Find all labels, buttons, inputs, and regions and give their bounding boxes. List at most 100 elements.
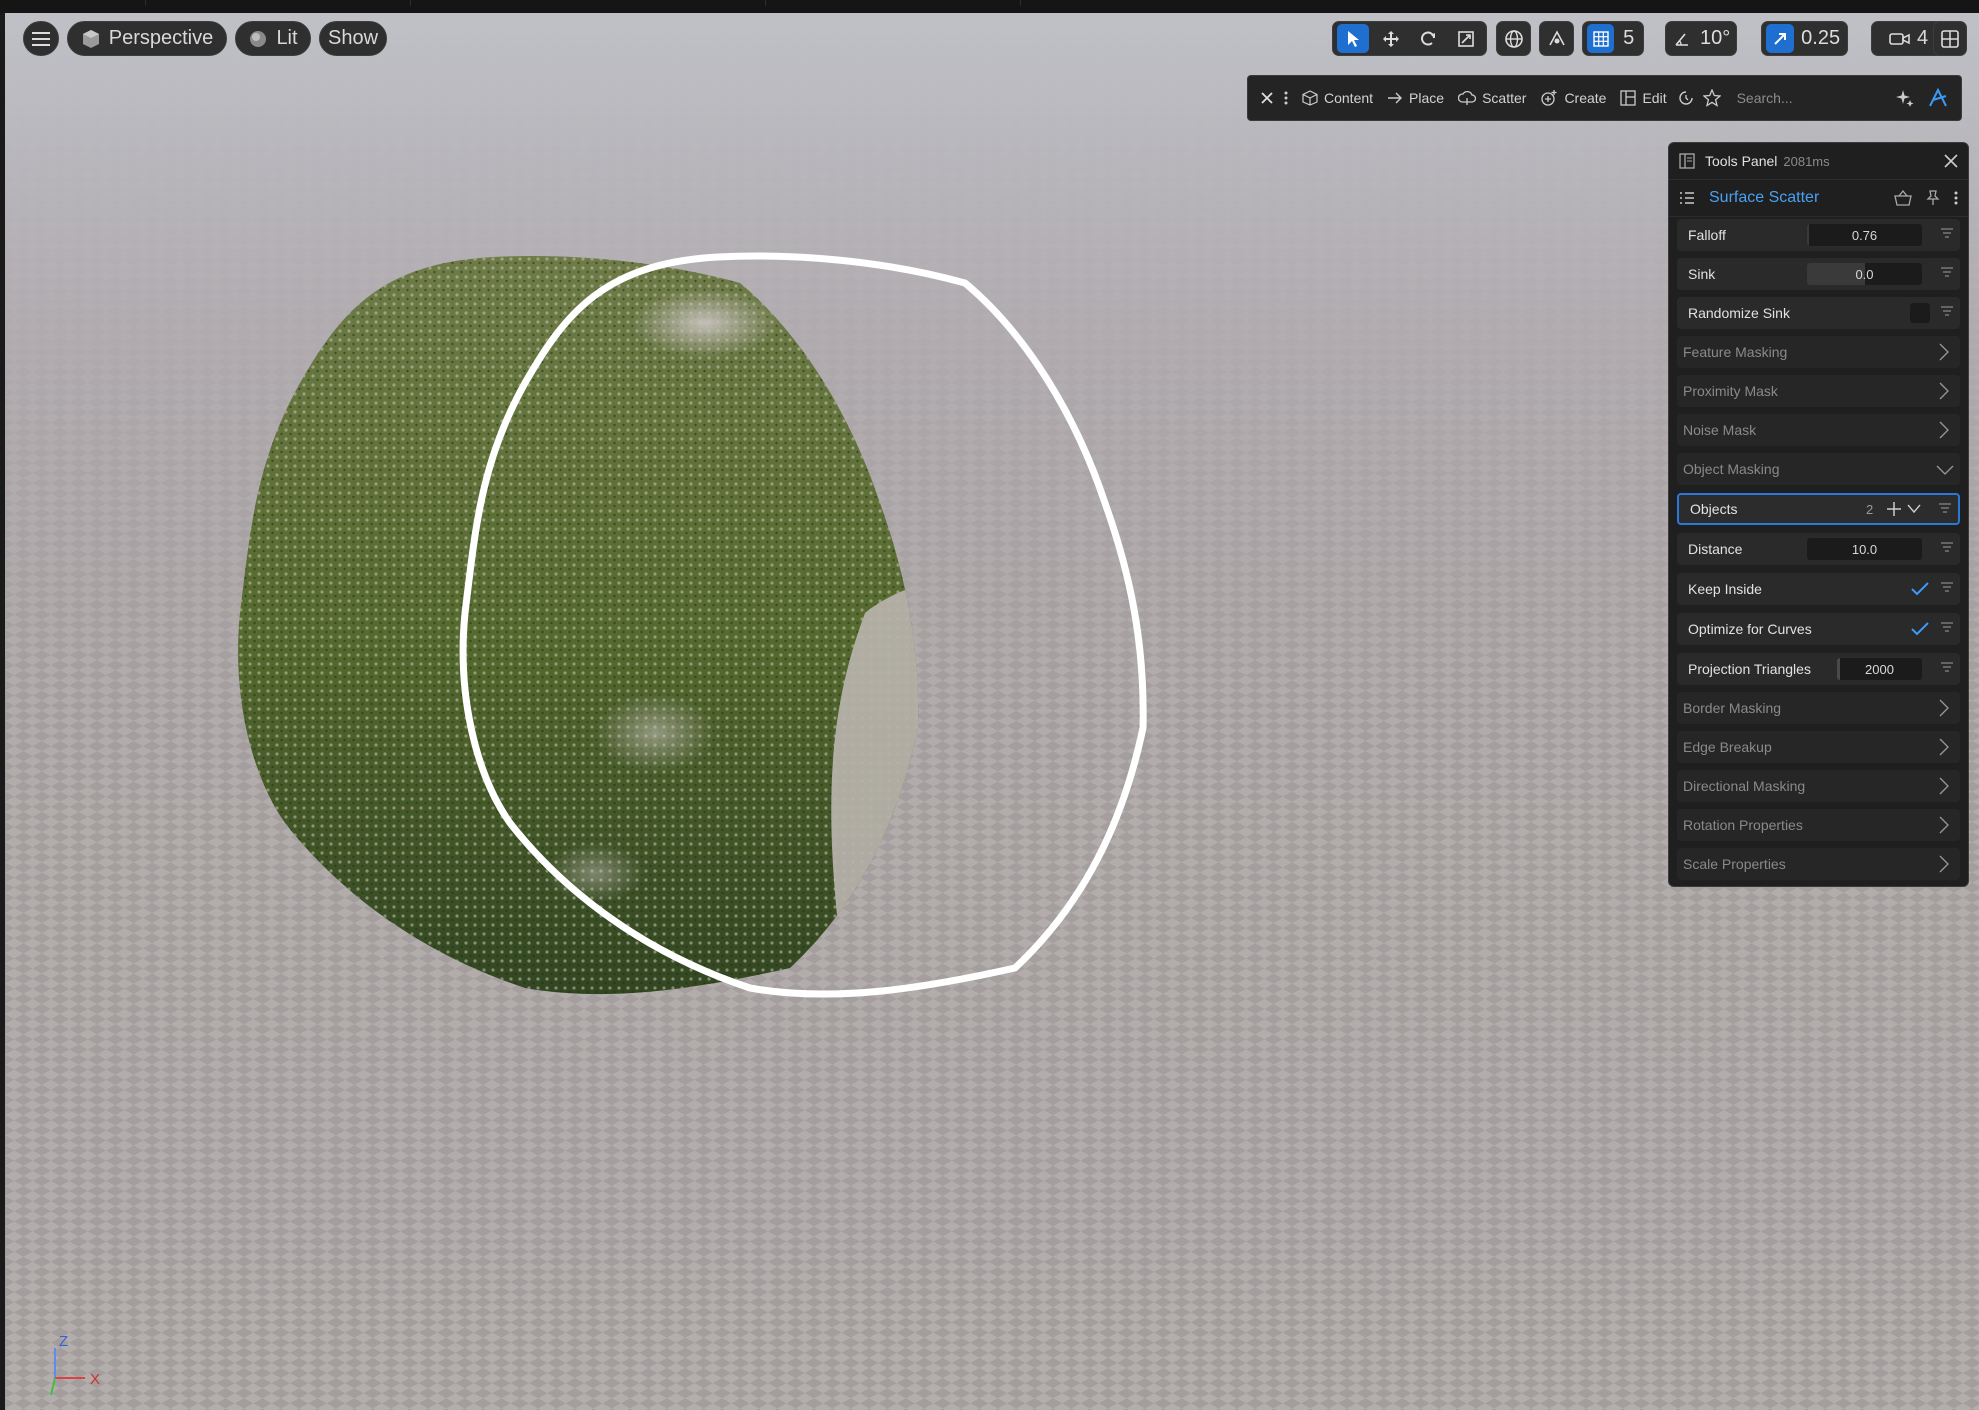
more-vertical-icon[interactable]	[1284, 90, 1288, 106]
scale-snap-value[interactable]: 0.25	[1798, 24, 1843, 53]
more-vertical-icon[interactable]	[1954, 190, 1958, 206]
falloff-slider[interactable]: 0.76	[1807, 224, 1922, 246]
rotate-tool-button[interactable]	[1413, 24, 1445, 53]
chevron-right-icon	[1939, 382, 1949, 400]
edit-icon	[1620, 90, 1637, 106]
angle-snap-toggle[interactable]	[1670, 24, 1694, 53]
keep-inside-checkbox[interactable]	[1910, 579, 1930, 599]
hamburger-icon	[32, 31, 50, 46]
angle-snap-value[interactable]: 10°	[1698, 24, 1732, 53]
filter-icon[interactable]	[1940, 541, 1954, 553]
projection-triangles-slider[interactable]: 2000	[1837, 658, 1922, 680]
create-button[interactable]: Create	[1540, 89, 1606, 107]
chevron-right-icon	[1939, 738, 1949, 756]
chevron-right-icon	[1939, 777, 1949, 795]
add-icon[interactable]	[1887, 502, 1901, 516]
optimize-curves-label: Optimize for Curves	[1688, 621, 1812, 637]
grid-snap-group: 5	[1582, 21, 1644, 56]
feature-masking-section[interactable]: Feature Masking	[1677, 336, 1960, 368]
scale-snap-toggle[interactable]	[1766, 24, 1795, 53]
falloff-label: Falloff	[1688, 227, 1726, 243]
main-menu-button[interactable]	[23, 21, 59, 56]
checkmark-icon	[1911, 622, 1929, 636]
show-dropdown[interactable]: Show	[319, 21, 387, 56]
perspective-dropdown[interactable]: Perspective	[67, 21, 227, 56]
border-masking-section[interactable]: Border Masking	[1677, 692, 1960, 724]
optimize-curves-checkbox[interactable]	[1910, 619, 1930, 639]
lit-dropdown[interactable]: Lit	[235, 21, 311, 56]
sink-row: Sink 0.0	[1677, 258, 1960, 290]
history-icon[interactable]	[1677, 89, 1695, 107]
window-top-strip	[0, 0, 1979, 13]
sink-slider[interactable]: 0.0	[1807, 263, 1922, 285]
chevron-right-icon	[1939, 699, 1949, 717]
transform-tools-group	[1332, 21, 1487, 56]
filter-icon[interactable]	[1940, 581, 1954, 593]
close-icon[interactable]	[1944, 154, 1958, 168]
falloff-row: Falloff 0.76	[1677, 219, 1960, 251]
world-space-button[interactable]	[1496, 21, 1531, 56]
randomize-sink-label: Randomize Sink	[1688, 305, 1790, 321]
filter-icon[interactable]	[1940, 621, 1954, 633]
projection-triangles-label: Projection Triangles	[1688, 661, 1811, 677]
perspective-label: Perspective	[108, 27, 214, 49]
rotation-properties-label: Rotation Properties	[1683, 817, 1803, 833]
axis-gizmo: Z X	[50, 1333, 100, 1396]
axis-x-label: X	[90, 1371, 100, 1388]
close-icon[interactable]	[1260, 91, 1274, 105]
tool-name[interactable]: Surface Scatter	[1709, 189, 1819, 207]
pin-icon[interactable]	[1926, 190, 1940, 206]
create-label: Create	[1564, 90, 1607, 106]
chevron-right-icon	[1939, 421, 1949, 439]
chevron-down-icon[interactable]	[1907, 504, 1921, 514]
rotation-properties-section[interactable]: Rotation Properties	[1677, 809, 1960, 841]
place-button[interactable]: Place	[1387, 90, 1444, 106]
angle-icon	[1675, 32, 1689, 46]
scale-properties-section[interactable]: Scale Properties	[1677, 848, 1960, 880]
list-icon[interactable]	[1679, 191, 1695, 205]
scale-tool-button[interactable]	[1450, 24, 1482, 53]
rotate-icon	[1421, 31, 1436, 45]
scatter-button[interactable]: Scatter	[1458, 90, 1526, 106]
edit-label: Edit	[1642, 90, 1667, 106]
grid-snap-value[interactable]: 5	[1618, 24, 1639, 53]
randomize-sink-checkbox[interactable]	[1910, 303, 1930, 323]
filter-icon[interactable]	[1938, 502, 1952, 514]
grid-snap-toggle[interactable]	[1587, 24, 1615, 53]
scale-properties-label: Scale Properties	[1683, 856, 1786, 872]
surface-snap-button[interactable]	[1539, 21, 1574, 56]
filter-icon[interactable]	[1940, 227, 1954, 239]
edit-button[interactable]: Edit	[1620, 90, 1667, 106]
distance-input[interactable]: 10.0	[1807, 538, 1922, 560]
objects-row[interactable]: Objects 2	[1677, 493, 1960, 525]
border-masking-label: Border Masking	[1683, 700, 1782, 716]
proximity-mask-section[interactable]: Proximity Mask	[1677, 375, 1960, 407]
move-tool-button[interactable]	[1375, 24, 1407, 53]
edge-breakup-section[interactable]: Edge Breakup	[1677, 731, 1960, 763]
noise-mask-section[interactable]: Noise Mask	[1677, 414, 1960, 446]
objects-label: Objects	[1690, 501, 1738, 517]
filter-icon[interactable]	[1940, 305, 1954, 317]
filter-icon[interactable]	[1940, 661, 1954, 673]
camera-speed-value: 4	[1916, 27, 1929, 49]
keep-inside-row: Keep Inside	[1677, 573, 1960, 605]
noise-mask-label: Noise Mask	[1683, 422, 1757, 438]
search-field[interactable]: Search...	[1737, 90, 1793, 106]
tools-panel-title: Tools Panel	[1705, 153, 1778, 169]
layout-grid-icon	[1941, 29, 1959, 48]
basket-icon[interactable]	[1894, 190, 1912, 206]
tools-panel: Tools Panel 2081ms Surface Scatter Fallo…	[1668, 142, 1969, 887]
brand-logo-icon[interactable]	[1927, 87, 1949, 109]
select-tool-button[interactable]	[1337, 24, 1369, 53]
viewport-layout-button[interactable]	[1933, 21, 1967, 56]
content-button[interactable]: Content	[1302, 90, 1373, 106]
sparkle-icon[interactable]	[1895, 88, 1915, 108]
lit-label: Lit	[276, 27, 298, 49]
filter-icon[interactable]	[1940, 266, 1954, 278]
content-label: Content	[1324, 90, 1374, 106]
star-icon[interactable]	[1702, 89, 1721, 107]
place-label: Place	[1409, 90, 1445, 106]
object-masking-section[interactable]: Object Masking	[1677, 453, 1960, 485]
directional-masking-section[interactable]: Directional Masking	[1677, 770, 1960, 802]
create-icon	[1541, 90, 1557, 106]
